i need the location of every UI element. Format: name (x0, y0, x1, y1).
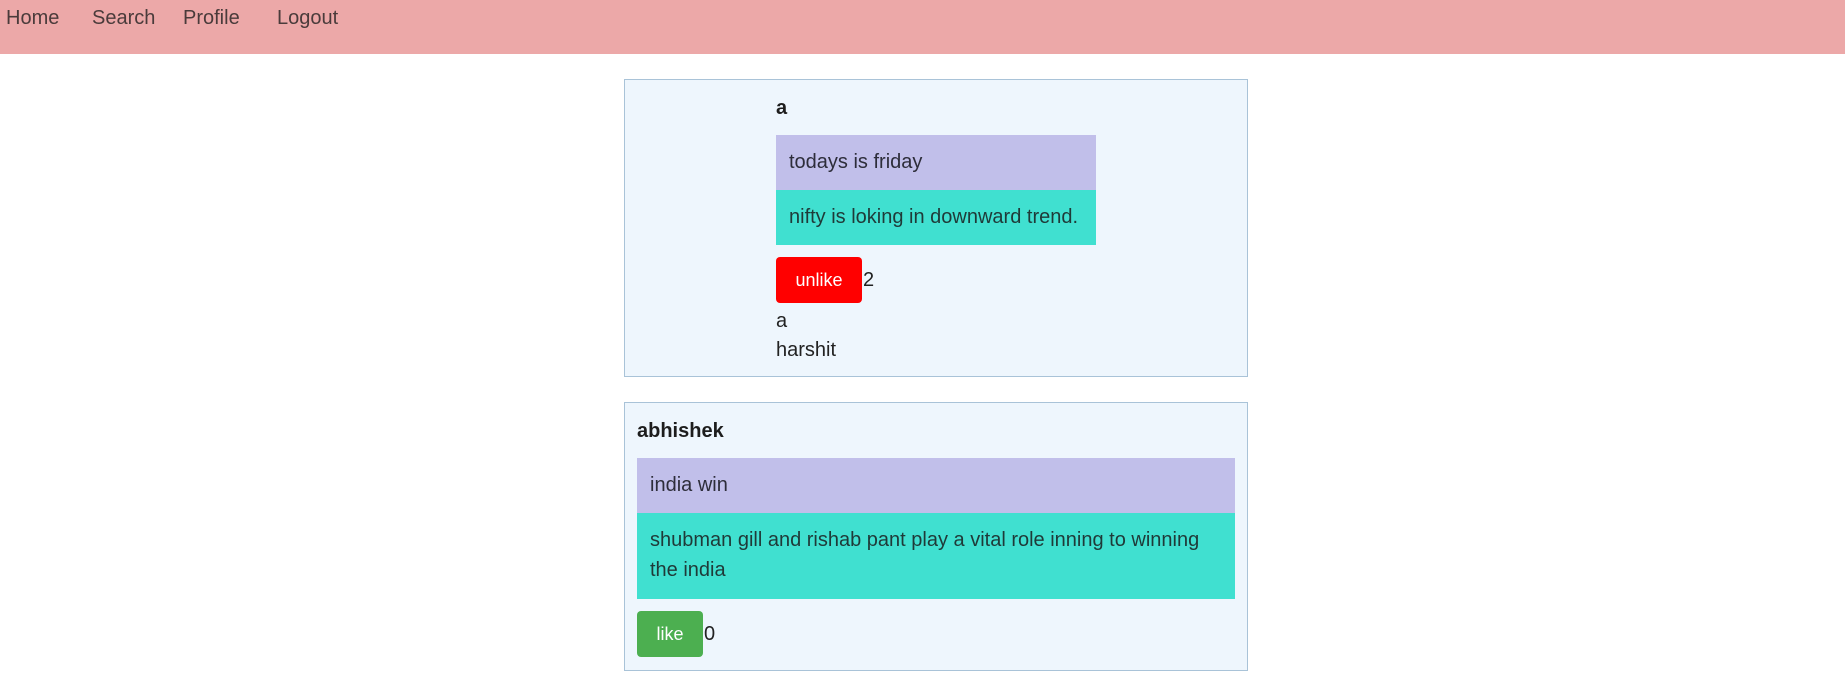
nav-logout-link[interactable]: Logout (277, 6, 338, 30)
navbar: Home Search Profile Logout (0, 0, 1845, 54)
post-card: a todays is friday nifty is loking in do… (624, 79, 1248, 377)
like-row: unlike 2 (776, 257, 874, 303)
post-title-text: india win (650, 474, 728, 496)
like-button[interactable]: like (637, 611, 703, 657)
post-content: shubman gill and rishab pant play a vita… (637, 513, 1235, 599)
post-content: nifty is loking in downward trend. (776, 190, 1096, 245)
post-card: abhishek india win shubman gill and rish… (624, 402, 1248, 671)
post-title: todays is friday (776, 135, 1096, 190)
liker-name: harshit (776, 339, 837, 361)
like-row: like 0 (637, 611, 715, 657)
post-content-text: shubman gill and rishab pant play a vita… (650, 529, 1200, 581)
nav-search-link[interactable]: Search (92, 6, 155, 30)
like-count: 0 (704, 622, 716, 645)
post-author: abhishek (637, 420, 724, 442)
liker-name: a (776, 310, 788, 332)
unlike-button[interactable]: unlike (776, 257, 862, 303)
post-author: a (776, 97, 788, 119)
like-count: 2 (863, 268, 875, 291)
post-content-text: nifty is loking in downward trend. (789, 206, 1079, 228)
post-title: india win (637, 458, 1235, 513)
nav-profile-link[interactable]: Profile (183, 6, 240, 30)
nav-home-link[interactable]: Home (6, 6, 59, 30)
post-title-text: todays is friday (789, 151, 923, 173)
